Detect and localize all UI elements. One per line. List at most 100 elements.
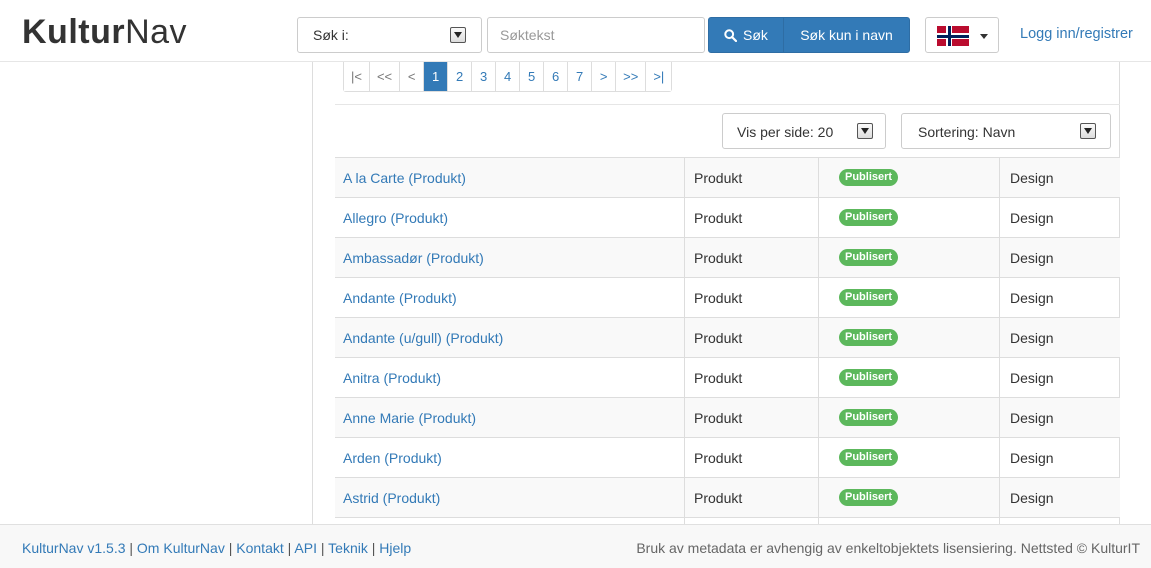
page-6[interactable]: 6 (544, 62, 569, 91)
type-cell: Produkt (685, 438, 819, 477)
result-link[interactable]: Anne Marie (Produkt) (343, 410, 476, 426)
table-row: A la Carte (Produkt) Produkt Publisert D… (335, 157, 1120, 197)
result-link[interactable]: Andante (u/gull) (Produkt) (343, 330, 503, 346)
footer: KulturNav v1.5.3 | Om KulturNav | Kontak… (0, 524, 1151, 568)
status-cell: Publisert (819, 158, 1000, 197)
footer-link-about[interactable]: Om KulturNav (137, 540, 225, 556)
type-cell: Produkt (685, 198, 819, 237)
page-next[interactable]: > (592, 62, 617, 91)
status-badge: Publisert (839, 409, 899, 426)
sort-label: Sortering: Navn (918, 124, 1016, 140)
footer-separator: | (228, 540, 233, 556)
name-cell: A la Carte (Produkt) (335, 158, 685, 197)
page-first[interactable]: |< (344, 62, 370, 91)
page-last[interactable]: >| (646, 62, 672, 91)
footer-separator: | (129, 540, 134, 556)
result-link[interactable]: Arden (Produkt) (343, 450, 442, 466)
page-prev-many[interactable]: << (369, 62, 401, 91)
status-badge: Publisert (839, 329, 899, 346)
status-cell: Publisert (819, 438, 1000, 477)
search-scope-label: Søk i: (313, 27, 349, 43)
footer-link-contact[interactable]: Kontakt (236, 540, 283, 556)
type-cell: Produkt (685, 318, 819, 357)
page-7[interactable]: 7 (568, 62, 593, 91)
per-page-label: Vis per side: 20 (737, 124, 834, 140)
footer-separator: | (287, 540, 292, 556)
page-4[interactable]: 4 (496, 62, 521, 91)
pagination: |< << < 1 2 3 4 5 6 7 > >> >| (343, 62, 673, 92)
status-badge: Publisert (839, 369, 899, 386)
table-row: Anitra (Produkt) Produkt Publisert Desig… (335, 357, 1120, 397)
search-input[interactable] (487, 17, 705, 53)
footer-link-api[interactable]: API (294, 540, 317, 556)
page-5[interactable]: 5 (520, 62, 545, 91)
search-scope-select[interactable]: Søk i: (297, 17, 482, 53)
type-cell: Produkt (685, 478, 819, 517)
dataset-cell: Design (1010, 449, 1054, 466)
search-name-only-button[interactable]: Søk kun i navn (783, 17, 910, 53)
sort-select[interactable]: Sortering: Navn (901, 113, 1111, 149)
table-row: Ambassadør (Produkt) Produkt Publisert D… (335, 237, 1120, 277)
result-link[interactable]: Astrid (Produkt) (343, 490, 440, 506)
page-prev[interactable]: < (400, 62, 425, 91)
type-cell: Produkt (685, 238, 819, 277)
footer-link-version[interactable]: KulturNav v1.5.3 (22, 540, 126, 556)
result-link[interactable]: Allegro (Produkt) (343, 210, 448, 226)
caret-down-icon (980, 34, 988, 39)
dataset-cell: Design (1010, 489, 1054, 506)
status-badge: Publisert (839, 289, 899, 306)
status-badge: Publisert (839, 209, 899, 226)
status-cell: Publisert (819, 478, 1000, 517)
language-dropdown[interactable] (925, 17, 999, 53)
table-row: Anne Marie (Produkt) Produkt Publisert D… (335, 397, 1120, 437)
dataset-cell: Design (1010, 409, 1054, 426)
footer-links: KulturNav v1.5.3 | Om KulturNav | Kontak… (22, 540, 411, 556)
result-link[interactable]: Anitra (Produkt) (343, 370, 441, 386)
name-cell: Ambassadør (Produkt) (335, 238, 685, 277)
kulturnav-logo[interactable]: KulturNav (22, 12, 187, 52)
name-cell: Anne Marie (Produkt) (335, 398, 685, 437)
result-link[interactable]: Ambassadør (Produkt) (343, 250, 484, 266)
name-cell: Arden (Produkt) (335, 438, 685, 477)
status-badge: Publisert (839, 489, 899, 506)
per-page-select[interactable]: Vis per side: 20 (722, 113, 886, 149)
page-next-many[interactable]: >> (616, 62, 647, 91)
type-cell: Produkt (685, 398, 819, 437)
status-cell: Publisert (819, 238, 1000, 277)
footer-license-text: Bruk av metadata er avhengig av enkeltob… (636, 540, 1140, 556)
footer-link-technical[interactable]: Teknik (328, 540, 368, 556)
status-cell: Publisert (819, 278, 1000, 317)
top-header: KulturNav Søk i: Søk Søk kun i navn Logg… (0, 0, 1151, 62)
divider (335, 104, 1120, 105)
type-cell: Produkt (685, 358, 819, 397)
chevron-down-icon (857, 123, 873, 139)
page-1[interactable]: 1 (424, 62, 449, 91)
table-row: Astrid (Produkt) Produkt Publisert Desig… (335, 477, 1120, 517)
chevron-down-icon (450, 27, 466, 43)
page-2[interactable]: 2 (448, 62, 473, 91)
status-cell: Publisert (819, 358, 1000, 397)
search-name-only-label: Søk kun i navn (800, 27, 893, 43)
dataset-cell: Design (1010, 169, 1054, 186)
table-row: Andante (Produkt) Produkt Publisert Desi… (335, 277, 1120, 317)
result-link[interactable]: A la Carte (Produkt) (343, 170, 466, 186)
search-icon (724, 28, 738, 42)
page-3[interactable]: 3 (472, 62, 497, 91)
footer-link-help[interactable]: Hjelp (379, 540, 411, 556)
name-cell: Allegro (Produkt) (335, 198, 685, 237)
type-cell: Produkt (685, 278, 819, 317)
dataset-cell: Design (1010, 249, 1054, 266)
result-link[interactable]: Andante (Produkt) (343, 290, 457, 306)
table-row: Andante (u/gull) (Produkt) Produkt Publi… (335, 317, 1120, 357)
status-badge: Publisert (839, 449, 899, 466)
logo-light-text: Nav (125, 13, 188, 51)
logo-bold-text: Kultur (22, 13, 126, 51)
dataset-cell: Design (1010, 329, 1054, 346)
login-register-link[interactable]: Logg inn/registrer (1020, 26, 1133, 42)
name-cell: Astrid (Produkt) (335, 478, 685, 517)
search-button[interactable]: Søk (708, 17, 784, 53)
norway-flag-icon (937, 26, 969, 46)
name-cell: Anitra (Produkt) (335, 358, 685, 397)
dataset-cell: Design (1010, 369, 1054, 386)
table-row: Allegro (Produkt) Produkt Publisert Desi… (335, 197, 1120, 237)
